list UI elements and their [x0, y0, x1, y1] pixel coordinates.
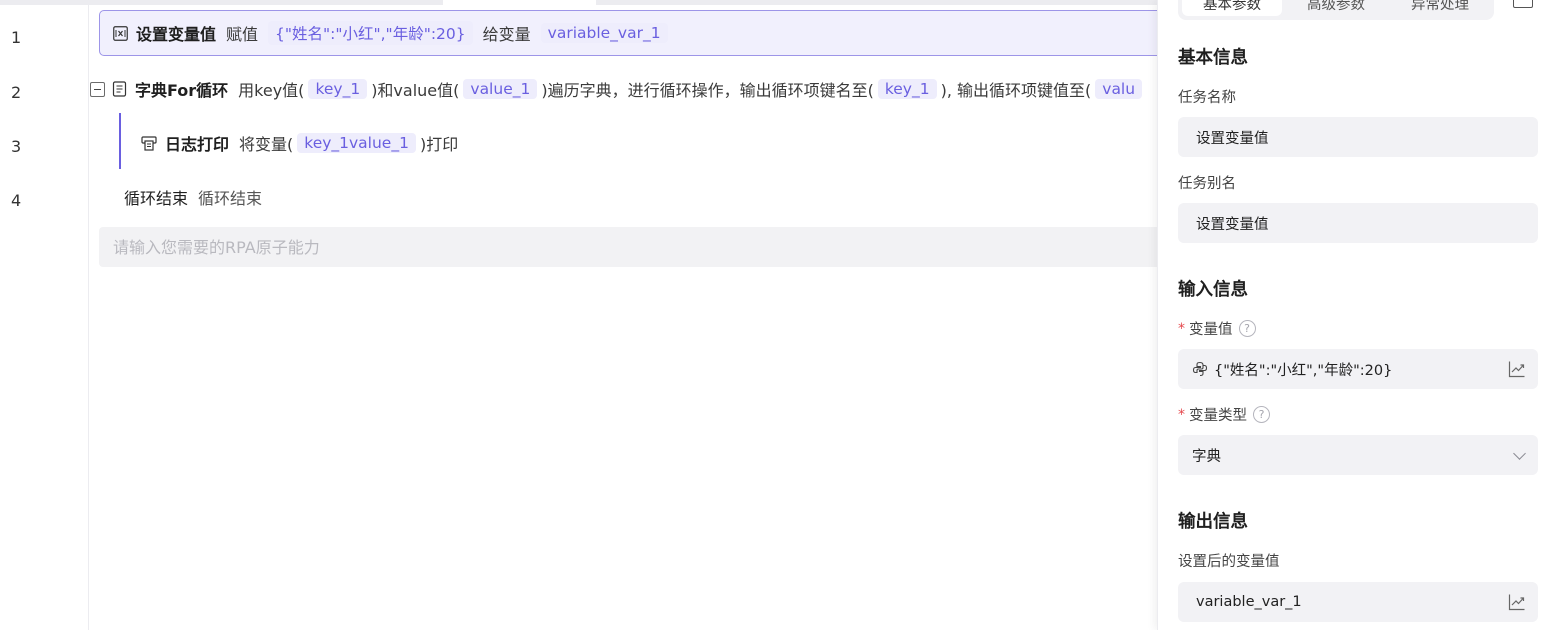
tab-exception-handling[interactable]: 异常处理: [1390, 0, 1490, 16]
line-number: 2: [11, 83, 22, 102]
help-icon[interactable]: ?: [1253, 406, 1270, 423]
flow-row-loop-end[interactable]: 循环结束 循环结束: [124, 174, 262, 220]
atom-search-input[interactable]: [99, 227, 1157, 267]
output-var-label: 设置后的变量值: [1178, 554, 1280, 570]
action-title: 设置变量值: [136, 25, 217, 44]
var-value-label: 变量值: [1189, 322, 1233, 338]
section-input-info: 输入信息: [1178, 280, 1248, 300]
action-text: 用key值(: [238, 81, 305, 100]
expand-panel-icon[interactable]: [1513, 0, 1533, 8]
action-text: 赋值: [226, 25, 259, 44]
chevron-down-icon[interactable]: [1513, 447, 1526, 460]
variable-x-icon: [112, 25, 128, 41]
task-name-field[interactable]: 设置变量值: [1178, 117, 1538, 157]
collapse-toggle[interactable]: [90, 82, 105, 97]
variable-chip[interactable]: valu: [1095, 79, 1143, 99]
output-var-value: variable_var_1: [1196, 594, 1302, 610]
task-name-value: 设置变量值: [1196, 130, 1269, 147]
required-mark: *: [1178, 320, 1185, 337]
var-type-label-row: * 变量类型 ?: [1178, 404, 1270, 425]
task-alias-value: 设置变量值: [1196, 216, 1269, 233]
action-title: 循环结束: [124, 189, 189, 208]
atom-search-bar: [99, 227, 1157, 267]
line-number: 1: [11, 28, 22, 47]
action-text: )打印: [419, 135, 459, 154]
output-var-field[interactable]: variable_var_1: [1178, 582, 1538, 622]
variable-chip[interactable]: key_1: [877, 79, 937, 99]
help-icon[interactable]: ?: [1238, 320, 1256, 337]
trend-chart-icon[interactable]: [1508, 593, 1526, 611]
value-chip[interactable]: {"姓名":"小红","年龄":20}: [268, 21, 473, 45]
var-type-value: 字典: [1192, 448, 1221, 465]
variable-chip[interactable]: key_1: [308, 79, 368, 99]
flow-row-log-print[interactable]: 日志打印 将变量( key_1value_1 )打印: [129, 120, 458, 166]
loop-doc-icon: [111, 81, 127, 97]
flow-row-set-variable[interactable]: 设置变量值 赋值 {"姓名":"小红","年龄":20} 给变量 variabl…: [99, 10, 1157, 56]
trend-chart-icon[interactable]: [1508, 360, 1526, 378]
variable-chip[interactable]: variable_var_1: [540, 23, 668, 43]
action-text: 将变量(: [239, 135, 294, 154]
task-name-label: 任务名称: [1178, 90, 1236, 106]
action-text: 循环结束: [198, 189, 263, 208]
action-title: 日志打印: [165, 135, 230, 154]
task-alias-label: 任务别名: [1178, 176, 1236, 192]
variable-chip[interactable]: key_1value_1: [297, 133, 416, 153]
section-output-info: 输出信息: [1178, 512, 1248, 532]
tab-basic-params[interactable]: 基本参数: [1182, 0, 1282, 16]
task-alias-field[interactable]: 设置变量值: [1178, 203, 1538, 243]
line-number: 4: [11, 191, 22, 210]
section-basic-info: 基本信息: [1178, 48, 1248, 68]
var-type-select[interactable]: 字典: [1178, 435, 1538, 475]
tab-advanced-params[interactable]: 高级参数: [1286, 0, 1386, 16]
action-text: 给变量: [482, 25, 531, 44]
line-gutter: 1 2 3 4: [0, 5, 89, 630]
var-type-label: 变量类型: [1189, 408, 1247, 424]
rpa-editor-page: 1 2 3 4 设置变量值 赋值 {"姓名":"小红","年龄":20} 给变量…: [0, 0, 1550, 630]
action-title: 字典For循环: [135, 81, 229, 100]
loop-scope-bar: [119, 113, 121, 169]
var-value-field[interactable]: {"姓名":"小红","年龄":20}: [1178, 349, 1538, 389]
action-text: ), 输出循环项键值至(: [940, 81, 1092, 100]
required-mark: *: [1178, 406, 1185, 423]
flow-row-dict-loop[interactable]: 字典For循环 用key值( key_1 )和value值( value_1 )…: [90, 66, 1157, 112]
properties-panel: 基本参数 高级参数 异常处理 基本信息 任务名称 设置变量值 任务别名 设置变量…: [1157, 0, 1550, 630]
variable-chip[interactable]: value_1: [463, 79, 538, 99]
printer-icon: [141, 135, 157, 151]
panel-tabs: 基本参数 高级参数 异常处理: [1178, 0, 1494, 20]
action-text: )和value值(: [371, 81, 460, 100]
var-value-label-row: * 变量值 ?: [1178, 318, 1256, 339]
var-value-text: {"姓名":"小红","年龄":20}: [1214, 362, 1393, 379]
python-icon: [1192, 361, 1208, 377]
flow-editor: 设置变量值 赋值 {"姓名":"小红","年龄":20} 给变量 variabl…: [89, 0, 1157, 630]
line-number: 3: [11, 137, 22, 156]
action-text: )遍历字典，进行循环操作，输出循环项键名至(: [541, 81, 874, 100]
